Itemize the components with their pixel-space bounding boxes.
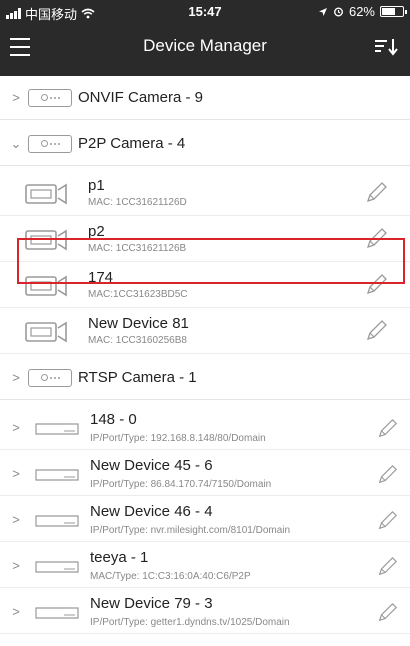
pencil-icon[interactable] <box>376 510 398 532</box>
recorder-meta: IP/Port/Type: nvr.milesight.com/8101/Dom… <box>90 525 291 536</box>
group-label: ONVIF Camera - 9 <box>78 89 204 106</box>
group-onvif[interactable]: > ONVIF Camera - 9 <box>0 76 410 120</box>
status-bar: 中国移动 15:47 62% <box>0 0 410 22</box>
device-name: p1 <box>88 177 105 194</box>
nvr-chip-icon <box>28 88 72 107</box>
device-row[interactable]: p1 MAC: 1CC31621126D <box>0 172 410 216</box>
battery-icon <box>380 6 407 17</box>
chevron-right-icon: > <box>12 420 20 435</box>
pencil-icon[interactable] <box>364 181 388 205</box>
selection-highlight <box>17 238 405 284</box>
recorder-row[interactable]: > New Device 45 - 6 IP/Port/Type: 86.84.… <box>0 452 410 496</box>
status-right: 62% <box>318 4 407 19</box>
nvr-chip-icon <box>28 134 72 153</box>
battery-percent: 62% <box>348 4 375 19</box>
chevron-right-icon: > <box>12 89 20 105</box>
chevron-right-icon: > <box>12 466 20 481</box>
nvr-icon <box>35 515 79 527</box>
recorder-meta: IP/Port/Type: getter1.dyndns.tv/1025/Dom… <box>90 617 290 628</box>
alarm-icon <box>333 7 343 17</box>
pencil-icon[interactable] <box>376 602 398 624</box>
camera-icon <box>25 321 67 343</box>
nvr-icon <box>35 423 79 435</box>
page-title: Device Manager <box>143 36 267 55</box>
recorder-name: 148 - 0 <box>90 411 137 428</box>
group-label: RTSP Camera - 1 <box>78 369 197 386</box>
top-bar: 中国移动 15:47 62% Device Manager <box>0 0 410 76</box>
nav-bar: Device Manager <box>0 22 410 76</box>
nvr-chip-icon <box>28 368 72 387</box>
sort-down-icon[interactable] <box>374 36 400 58</box>
recorder-row[interactable]: > New Device 46 - 4 IP/Port/Type: nvr.mi… <box>0 498 410 542</box>
nvr-icon <box>35 561 79 573</box>
recorder-name: New Device 45 - 6 <box>90 457 213 474</box>
recorder-name: New Device 79 - 3 <box>90 595 213 612</box>
recorder-row[interactable]: > 148 - 0 IP/Port/Type: 192.168.8.148/80… <box>0 406 410 450</box>
recorder-name: New Device 46 - 4 <box>90 503 213 520</box>
device-row[interactable]: New Device 81 MAC: 1CC3160256B8 <box>0 310 410 354</box>
recorder-name: teeya - 1 <box>90 549 149 566</box>
chevron-right-icon: > <box>12 558 20 573</box>
recorder-row[interactable]: > teeya - 1 MAC/Type: 1C:C3:16:0A:40:C6/… <box>0 544 410 588</box>
group-p2p[interactable]: ⌄ P2P Camera - 4 <box>0 122 410 166</box>
nvr-icon <box>35 607 79 619</box>
chevron-down-icon: ⌄ <box>10 135 22 151</box>
group-rtsp[interactable]: > RTSP Camera - 1 <box>0 356 410 400</box>
nvr-icon <box>35 469 79 481</box>
chevron-right-icon: > <box>12 604 20 619</box>
chevron-right-icon: > <box>12 369 20 385</box>
device-mac: MAC: 1CC3160256B8 <box>88 335 187 346</box>
recorder-row[interactable]: > New Device 79 - 3 IP/Port/Type: getter… <box>0 590 410 634</box>
pencil-icon[interactable] <box>364 319 388 343</box>
recorder-meta: IP/Port/Type: 86.84.170.74/7150/Domain <box>90 479 272 490</box>
location-arrow-icon <box>318 7 327 16</box>
pencil-icon[interactable] <box>376 556 398 578</box>
pencil-icon[interactable] <box>376 464 398 486</box>
recorder-meta: MAC/Type: 1C:C3:16:0A:40:C6/P2P <box>90 571 251 582</box>
chevron-right-icon: > <box>12 512 20 527</box>
camera-icon <box>25 183 67 205</box>
recorder-meta: IP/Port/Type: 192.168.8.148/80/Domain <box>90 433 266 444</box>
device-mac: MAC:1CC31623BD5C <box>88 289 188 300</box>
group-label: P2P Camera - 4 <box>78 135 186 152</box>
pencil-icon[interactable] <box>376 418 398 440</box>
device-mac: MAC: 1CC31621126D <box>88 197 187 208</box>
device-name: New Device 81 <box>88 315 189 332</box>
